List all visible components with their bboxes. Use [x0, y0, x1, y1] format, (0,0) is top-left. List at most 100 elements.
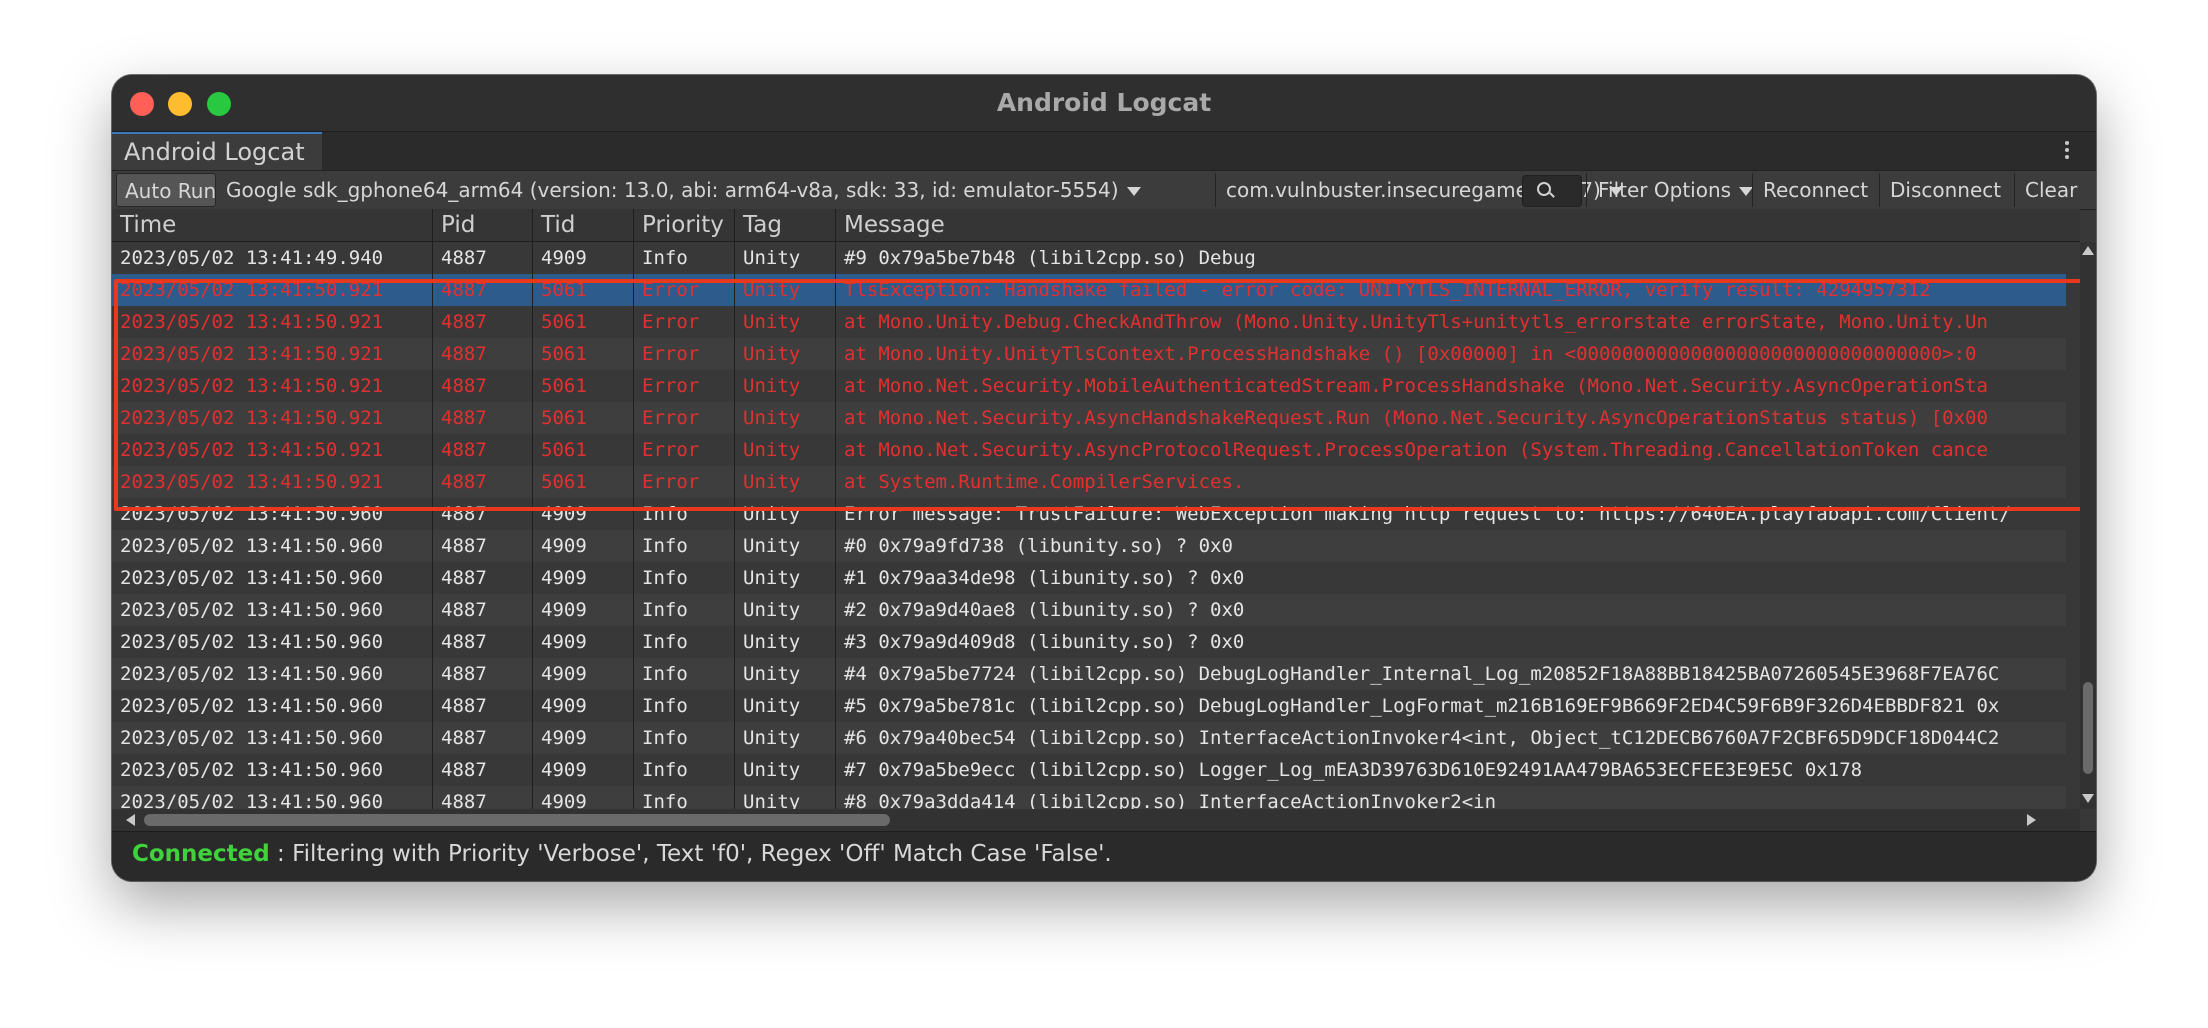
log-cell-priority: Info	[642, 503, 688, 525]
filter-options-dropdown[interactable]: Filter Options	[1590, 173, 1754, 207]
column-divider	[532, 242, 533, 274]
log-row[interactable]: 2023/05/02 13:41:50.960 4887 4909 Info Unity…	[112, 498, 2066, 530]
column-header-tag[interactable]: Tag	[735, 209, 835, 241]
device-dropdown[interactable]: Google sdk_gphone64_arm64 (version: 13.0…	[218, 173, 1214, 207]
more-options-icon[interactable]	[2062, 138, 2072, 162]
column-divider	[734, 242, 735, 274]
clear-label: Clear	[2025, 178, 2078, 202]
log-row[interactable]: 2023/05/02 13:41:50.921 4887 5061 Error Unit…	[112, 338, 2066, 370]
log-cell-tag: Unity	[743, 599, 801, 621]
log-row[interactable]: 2023/05/02 13:41:50.960 4887 4909 Info Unity…	[112, 626, 2066, 658]
log-row[interactable]: 2023/05/02 13:41:50.921 4887 5061 Error Unit…	[112, 370, 2066, 402]
log-row[interactable]: 2023/05/02 13:41:49.940 4887 4909 Info Unity…	[112, 242, 2066, 274]
column-divider	[532, 498, 533, 530]
log-row[interactable]: 2023/05/02 13:41:50.960 4887 4909 Info Unity…	[112, 530, 2066, 562]
log-cell-tag: Unity	[743, 343, 801, 365]
log-row[interactable]: 2023/05/02 13:41:50.960 4887 4909 Info Unity…	[112, 562, 2066, 594]
column-divider	[734, 402, 735, 434]
tab-android-logcat[interactable]: Android Logcat	[112, 132, 322, 170]
column-divider	[835, 754, 836, 786]
log-row[interactable]: 2023/05/02 13:41:50.960 4887 4909 Info Unity…	[112, 754, 2066, 786]
log-row[interactable]: 2023/05/02 13:41:50.921 4887 5061 Error Unit…	[112, 274, 2066, 306]
log-row[interactable]: 2023/05/02 13:41:50.921 4887 5061 Error Unit…	[112, 434, 2066, 466]
log-row[interactable]: 2023/05/02 13:41:50.921 4887 5061 Error Unit…	[112, 466, 2066, 498]
scroll-up-icon[interactable]	[2082, 246, 2094, 255]
column-divider	[633, 722, 634, 754]
column-divider	[835, 242, 836, 274]
log-row[interactable]: 2023/05/02 13:41:50.960 4887 4909 Info Unity…	[112, 658, 2066, 690]
log-row[interactable]: 2023/05/02 13:41:50.921 4887 5061 Error Unit…	[112, 402, 2066, 434]
disconnect-button[interactable]: Disconnect	[1882, 173, 2012, 207]
scroll-right-icon[interactable]	[2027, 814, 2036, 826]
log-cell-pid: 4887	[441, 311, 487, 333]
log-cell-pid: 4887	[441, 631, 487, 653]
log-row[interactable]: 2023/05/02 13:41:50.960 4887 4909 Info Unity…	[112, 594, 2066, 626]
column-divider	[432, 498, 433, 530]
column-divider	[633, 786, 634, 809]
column-divider	[432, 754, 433, 786]
reconnect-button[interactable]: Reconnect	[1755, 173, 1877, 207]
log-cell-priority: Info	[642, 535, 688, 557]
log-cell-time: 2023/05/02 13:41:50.960	[120, 631, 384, 653]
auto-run-toggle[interactable]: Auto Run	[116, 173, 216, 207]
vertical-scroll-thumb[interactable]	[2083, 682, 2093, 774]
log-cell-tag: Unity	[743, 663, 801, 685]
column-divider	[734, 754, 735, 786]
chevron-down-icon	[1126, 187, 1141, 196]
device-label: Google sdk_gphone64_arm64 (version: 13.0…	[226, 178, 1119, 202]
column-divider	[432, 530, 433, 562]
vertical-scrollbar[interactable]	[2080, 242, 2096, 809]
column-divider	[432, 274, 433, 306]
log-cell-priority: Info	[642, 631, 688, 653]
package-dropdown[interactable]: com.vulnbuster.insecuregame (4887)	[1218, 173, 1623, 207]
clear-button[interactable]: Clear	[2017, 173, 2083, 207]
log-cell-pid: 4887	[441, 343, 487, 365]
log-row[interactable]: 2023/05/02 13:41:50.960 4887 4909 Info Unity…	[112, 690, 2066, 722]
search-input[interactable]	[1522, 175, 1582, 207]
log-cell-tid: 4909	[541, 727, 587, 749]
log-cell-tid: 5061	[541, 343, 587, 365]
log-cell-tag: Unity	[743, 375, 801, 397]
log-cell-tid: 5061	[541, 407, 587, 429]
scroll-left-icon[interactable]	[126, 814, 135, 826]
column-divider	[432, 306, 433, 338]
log-cell-message: at Mono.Net.Security.AsyncHandshakeReque…	[844, 407, 1988, 429]
column-header-tid[interactable]: Tid	[533, 209, 633, 241]
log-row[interactable]: 2023/05/02 13:41:50.960 4887 4909 Info Unity…	[112, 786, 2066, 809]
log-cell-tag: Unity	[743, 535, 801, 557]
horizontal-scroll-thumb[interactable]	[144, 814, 890, 826]
status-bar: Connected : Filtering with Priority 'Ver…	[112, 831, 2096, 881]
auto-run-label: Auto Run	[125, 179, 217, 203]
column-header-time[interactable]: Time	[112, 209, 432, 241]
toolbar: Auto Run Google sdk_gphone64_arm64 (vers…	[112, 170, 2096, 210]
log-row[interactable]: 2023/05/02 13:41:50.921 4887 5061 Error Unit…	[112, 306, 2066, 338]
column-divider	[532, 370, 533, 402]
scroll-down-icon[interactable]	[2082, 794, 2094, 803]
log-row[interactable]: 2023/05/02 13:41:50.960 4887 4909 Info Unity…	[112, 722, 2066, 754]
log-cell-pid: 4887	[441, 759, 487, 781]
log-cell-pid: 4887	[441, 407, 487, 429]
log-cell-message: #2 0x79a9d40ae8 (libunity.so) ? 0x0	[844, 599, 1245, 621]
column-divider	[734, 498, 735, 530]
log-cell-priority: Error	[642, 439, 700, 461]
column-header-priority[interactable]: Priority	[634, 209, 734, 241]
log-table-header: Time Pid Tid Priority Tag Message	[112, 209, 2080, 242]
horizontal-scrollbar[interactable]	[112, 809, 2080, 831]
log-cell-time: 2023/05/02 13:41:50.960	[120, 759, 384, 781]
column-divider	[633, 530, 634, 562]
log-cell-tid: 5061	[541, 439, 587, 461]
log-cell-priority: Info	[642, 791, 688, 809]
column-divider	[532, 786, 533, 809]
log-cell-pid: 4887	[441, 279, 487, 301]
column-divider	[532, 594, 533, 626]
status-text: Connected : Filtering with Priority 'Ver…	[132, 841, 1112, 867]
reconnect-label: Reconnect	[1763, 178, 1869, 202]
column-divider	[432, 594, 433, 626]
column-header-pid[interactable]: Pid	[433, 209, 533, 241]
column-divider	[835, 690, 836, 722]
column-divider	[432, 242, 433, 274]
log-cell-message: #6 0x79a40bec54 (libil2cpp.so) Interface…	[844, 727, 2000, 749]
title-bar[interactable]: Android Logcat	[112, 75, 2096, 132]
column-header-message[interactable]: Message	[836, 209, 2076, 241]
column-divider	[734, 658, 735, 690]
